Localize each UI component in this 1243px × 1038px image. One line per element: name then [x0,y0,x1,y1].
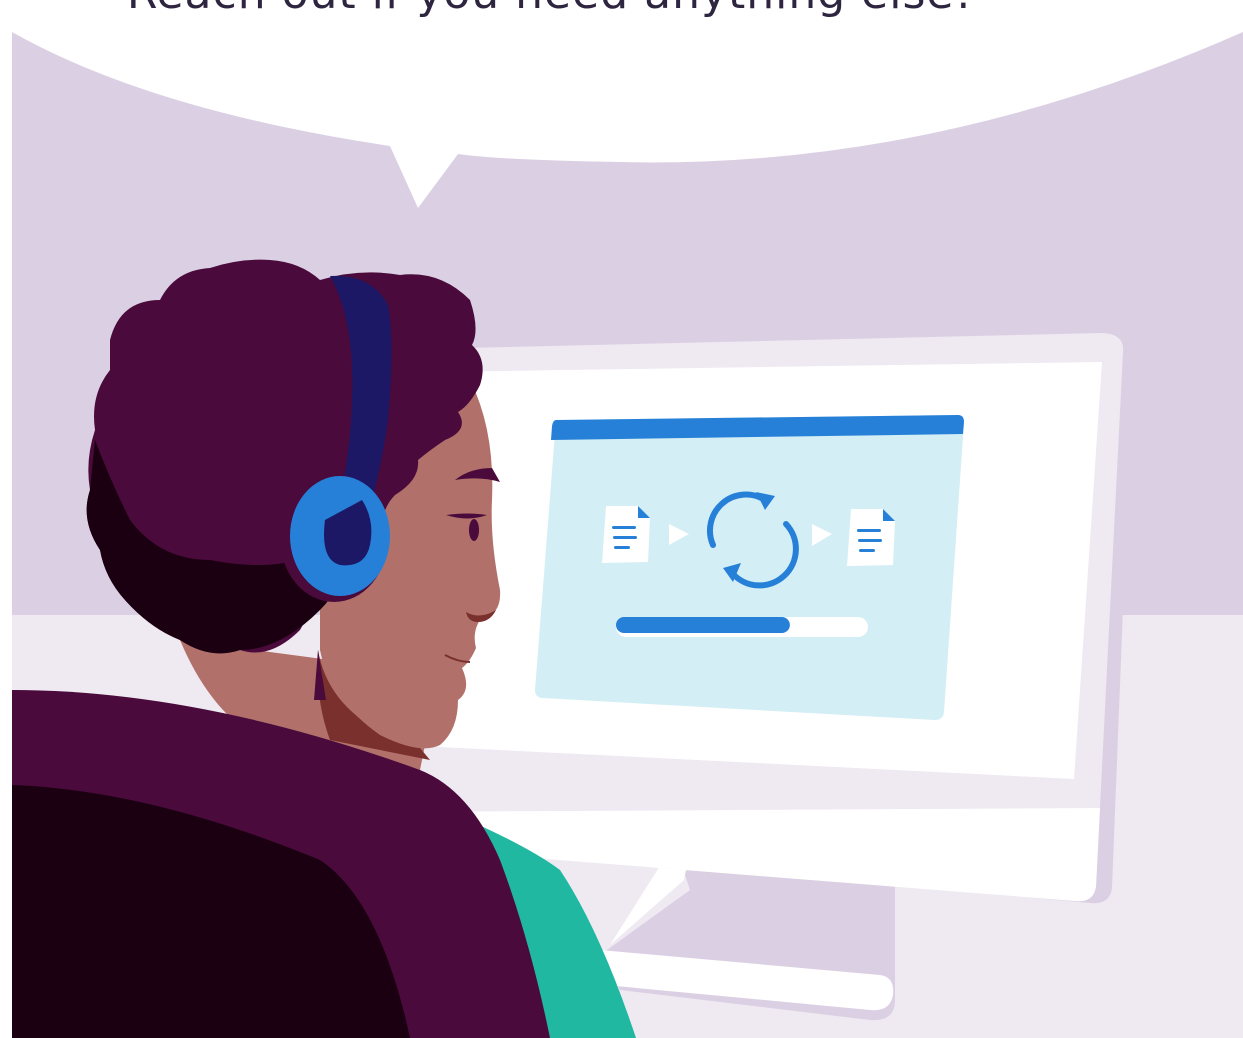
speech-bubble-text: Reach out if you need anything else! [0,0,1100,19]
illustration-canvas [0,0,1243,1038]
progress-bar [616,617,868,637]
conversion-window [535,415,964,720]
illustration-scene: Reach out if you need anything else! [0,0,1243,1038]
document-icon [602,506,650,563]
progress-fill [616,617,790,633]
document-icon [847,509,895,566]
